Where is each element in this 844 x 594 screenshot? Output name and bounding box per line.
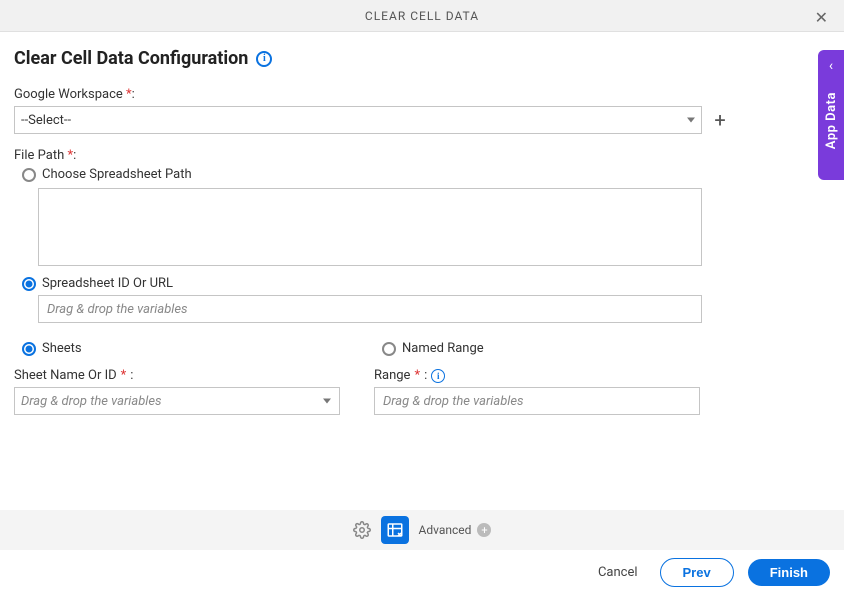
- spreadsheet-icon-button[interactable]: [381, 516, 409, 544]
- label-colon: :: [132, 87, 135, 102]
- page-title: Clear Cell Data Configuration: [14, 48, 248, 69]
- info-icon[interactable]: [431, 369, 445, 383]
- idurl-input[interactable]: Drag & drop the variables: [38, 295, 702, 323]
- dialog-content: Clear Cell Data Configuration Google Wor…: [0, 32, 844, 431]
- sheet-name-input[interactable]: Drag & drop the variables: [14, 387, 340, 415]
- info-icon[interactable]: [256, 51, 272, 67]
- label-colon: :: [130, 368, 133, 383]
- workspace-select-row: --Select-- +: [14, 106, 830, 134]
- choose-path-box[interactable]: [38, 188, 702, 266]
- advanced-label: Advanced: [419, 523, 472, 537]
- range-placeholder: Drag & drop the variables: [383, 394, 524, 409]
- sheets-col: Sheets Sheet Name Or ID *: Drag & drop t…: [14, 337, 344, 415]
- sheet-name-placeholder: Drag & drop the variables: [21, 394, 162, 409]
- choose-path-radio-label: Choose Spreadsheet Path: [42, 167, 192, 182]
- app-data-side-tab[interactable]: ‹ App Data: [818, 50, 844, 180]
- required-mark: *: [121, 368, 127, 383]
- side-tab-label: App Data: [824, 92, 839, 149]
- idurl-radio[interactable]: [22, 277, 36, 291]
- dialog-header: CLEAR CELL DATA ✕: [0, 0, 844, 32]
- bottom-toolbar: Advanced +: [0, 510, 844, 550]
- named-range-radio-label: Named Range: [402, 341, 484, 356]
- prev-button[interactable]: Prev: [660, 558, 734, 587]
- cancel-button[interactable]: Cancel: [590, 559, 646, 586]
- named-range-radio[interactable]: [382, 342, 396, 356]
- close-icon[interactable]: ✕: [809, 6, 834, 29]
- two-col: Sheets Sheet Name Or ID *: Drag & drop t…: [14, 337, 830, 415]
- sheets-radio-label: Sheets: [42, 341, 82, 356]
- finish-button[interactable]: Finish: [748, 559, 830, 586]
- choose-path-radio-row: Choose Spreadsheet Path: [22, 167, 830, 182]
- filepath-field: File Path *: Choose Spreadsheet Path Spr…: [14, 148, 830, 323]
- chevron-down-icon: [323, 399, 331, 404]
- workspace-select[interactable]: --Select--: [14, 106, 702, 134]
- sheet-name-label-text: Sheet Name Or ID: [14, 368, 117, 383]
- range-input[interactable]: Drag & drop the variables: [374, 387, 700, 415]
- range-label-text: Range: [374, 368, 410, 383]
- range-label: Range *:: [374, 368, 704, 383]
- sheets-radio-row: Sheets: [22, 341, 344, 356]
- required-mark: *: [414, 368, 420, 383]
- dialog-footer: Cancel Prev Finish: [0, 550, 844, 594]
- idurl-radio-row: Spreadsheet ID Or URL: [22, 276, 830, 291]
- chevron-down-icon: [687, 118, 695, 123]
- named-range-radio-row: Named Range: [382, 341, 704, 356]
- label-colon: :: [73, 148, 76, 163]
- filepath-label-text: File Path: [14, 148, 67, 163]
- choose-path-radio[interactable]: [22, 168, 36, 182]
- chevron-left-icon: ‹: [829, 58, 833, 74]
- sheet-name-label: Sheet Name Or ID *:: [14, 368, 344, 383]
- label-colon: :: [424, 368, 427, 383]
- idurl-radio-label: Spreadsheet ID Or URL: [42, 276, 173, 291]
- gear-icon[interactable]: [353, 521, 371, 539]
- advanced-toggle[interactable]: Advanced +: [419, 523, 492, 537]
- range-col: Named Range Range *: Drag & drop the var…: [374, 337, 704, 415]
- workspace-label-text: Google Workspace: [14, 87, 126, 102]
- page-title-row: Clear Cell Data Configuration: [14, 48, 830, 69]
- idurl-placeholder: Drag & drop the variables: [47, 302, 188, 317]
- sheets-radio[interactable]: [22, 342, 36, 356]
- filepath-label: File Path *:: [14, 148, 830, 163]
- workspace-select-value: --Select--: [21, 113, 71, 128]
- workspace-label: Google Workspace *:: [14, 87, 830, 102]
- plus-circle-icon: +: [477, 523, 491, 537]
- dialog-title: CLEAR CELL DATA: [365, 9, 479, 23]
- workspace-field: Google Workspace *: --Select-- +: [14, 87, 830, 134]
- add-workspace-button[interactable]: +: [710, 110, 730, 130]
